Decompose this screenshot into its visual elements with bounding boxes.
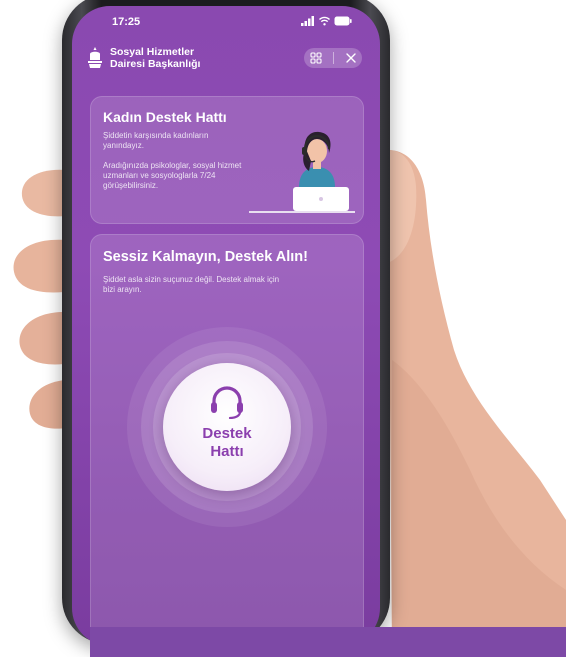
support-line-call-button[interactable]: Destek Hattı (163, 363, 291, 491)
org-name-line1: Sosyal Hizmetler (110, 46, 195, 58)
headset-icon (211, 386, 243, 419)
header-actions (304, 48, 362, 68)
org-name-line2: Dairesi Başkanlığı (110, 58, 201, 70)
status-time: 17:25 (112, 16, 141, 28)
support-card-text-1: Şiddetin karşısında kadınların yanındayı… (103, 131, 209, 150)
bottom-purple-bar (90, 627, 566, 657)
support-card-title: Kadın Destek Hattı (103, 109, 227, 125)
app-header: Sosyal Hizmetler Dairesi Başkanlığı (72, 42, 380, 86)
pill-divider (332, 52, 334, 64)
org-name: Sosyal Hizmetler Dairesi Başkanlığı (110, 46, 200, 70)
logo-icon (88, 47, 102, 68)
support-line-card[interactable]: Kadın Destek Hattı Şiddetin karşısında k… (90, 96, 364, 224)
app-screen: 17:25 Sosyal Hizmetler Dairesi Başkanlığ… (72, 6, 380, 646)
battery-icon (334, 16, 352, 26)
call-card-text: Şiddet asla sizin suçunuz değil. Destek … (103, 275, 280, 294)
support-card-text-2: Aradığınızda psikologlar, sosyal hizmet … (103, 161, 242, 190)
agent-illustration (249, 131, 355, 213)
stage: 17:25 Sosyal Hizmetler Dairesi Başkanlığ… (0, 0, 566, 657)
call-button-rings: Destek Hattı (127, 327, 327, 527)
phone-frame: 17:25 Sosyal Hizmetler Dairesi Başkanlığ… (62, 0, 390, 646)
status-icons (301, 16, 352, 26)
call-button-label-1: Destek (202, 425, 252, 442)
call-card: Sessiz Kalmayın, Destek Alın! Şiddet asl… (90, 234, 364, 646)
close-icon[interactable] (345, 52, 357, 64)
call-card-title: Sessiz Kalmayın, Destek Alın! (103, 249, 308, 265)
signal-icon (301, 16, 314, 26)
status-bar: 17:25 (72, 6, 380, 36)
call-button-label-2: Hattı (210, 443, 244, 460)
wifi-icon (319, 16, 330, 26)
grid-icon[interactable] (309, 52, 322, 64)
